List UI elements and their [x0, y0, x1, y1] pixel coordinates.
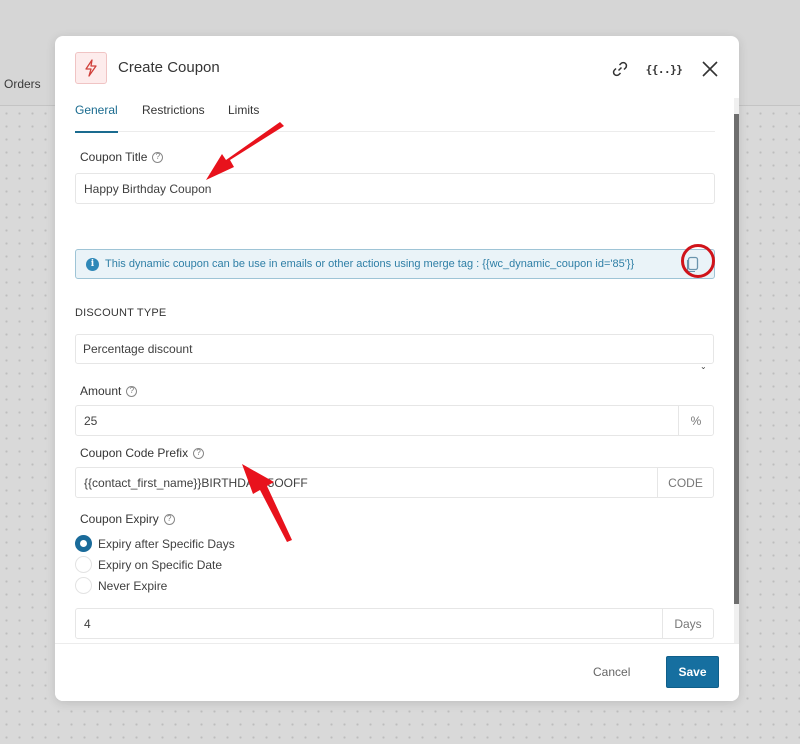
coupon-title-label-text: Coupon Title — [80, 150, 148, 164]
amount-value: 25 — [84, 413, 98, 428]
radio-label: Expiry after Specific Days — [98, 536, 235, 551]
modal-footer: Cancel Save — [55, 643, 739, 701]
expiry-days-value: 4 — [84, 616, 91, 631]
save-button[interactable]: Save — [666, 656, 719, 688]
discount-type-value: Percentage discount — [83, 342, 193, 356]
coupon-code-prefix-value: {{contact_first_name}}BIRTHDAY25OOFF — [84, 475, 308, 490]
modal-header: Create Coupon {{..}} — [55, 36, 739, 96]
help-icon[interactable]: ? — [193, 447, 205, 459]
info-icon: i — [86, 257, 99, 271]
tab-restrictions[interactable]: Restrictions — [142, 103, 205, 131]
tab-bar: General Restrictions Limits — [75, 96, 715, 133]
radio-never-expire[interactable]: Never Expire — [75, 577, 167, 594]
coupon-title-input[interactable]: Happy Birthday Coupon — [75, 173, 715, 204]
discount-type-select[interactable]: Percentage discount — [75, 334, 714, 364]
create-coupon-modal: Create Coupon {{..}} General Restriction… — [55, 36, 739, 701]
radio-expiry-specific-date[interactable]: Expiry on Specific Date — [75, 556, 222, 573]
coupon-title-label: Coupon Title ? — [80, 150, 164, 164]
link-button[interactable] — [607, 56, 633, 82]
days-suffix: Days — [662, 609, 713, 638]
coupon-code-prefix-label-text: Coupon Code Prefix — [80, 446, 189, 460]
chevron-down-icon: ⌄ — [700, 362, 707, 371]
code-suffix: CODE — [657, 468, 713, 497]
lightning-icon — [75, 52, 107, 84]
nav-item-orders[interactable]: Orders — [4, 77, 41, 91]
radio-button-checked[interactable] — [75, 535, 92, 552]
close-button[interactable] — [697, 56, 723, 82]
form-content: Coupon Title ? Happy Birthday Coupon i T… — [55, 133, 739, 643]
merge-tags-button[interactable]: {{..}} — [646, 56, 683, 82]
amount-input[interactable]: 25 % — [75, 405, 714, 436]
merge-tag-info-box: i This dynamic coupon can be use in emai… — [75, 249, 715, 279]
tab-limits[interactable]: Limits — [228, 103, 259, 131]
help-icon[interactable]: ? — [126, 385, 138, 397]
coupon-code-prefix-label: Coupon Code Prefix ? — [80, 446, 205, 460]
merge-tags-icon: {{..}} — [645, 62, 683, 76]
amount-label: Amount ? — [80, 384, 138, 398]
tab-general[interactable]: General — [75, 103, 118, 133]
coupon-expiry-label-text: Coupon Expiry — [80, 512, 159, 526]
discount-type-heading: DISCOUNT TYPE — [75, 307, 167, 319]
radio-label: Expiry on Specific Date — [98, 557, 223, 572]
radio-expiry-after-days[interactable]: Expiry after Specific Days — [75, 535, 235, 552]
coupon-expiry-label: Coupon Expiry ? — [80, 512, 175, 526]
annotation-highlight-circle — [681, 244, 715, 278]
expiry-days-input[interactable]: 4 Days — [75, 608, 714, 639]
cancel-button[interactable]: Cancel — [593, 665, 630, 679]
radio-button[interactable] — [75, 577, 92, 594]
amount-label-text: Amount — [80, 384, 122, 398]
merge-tag-info-text: This dynamic coupon can be use in emails… — [105, 258, 635, 270]
help-icon[interactable]: ? — [163, 513, 175, 525]
radio-button[interactable] — [75, 556, 92, 573]
link-icon — [612, 61, 628, 77]
coupon-title-value: Happy Birthday Coupon — [84, 181, 212, 196]
coupon-code-prefix-input[interactable]: {{contact_first_name}}BIRTHDAY25OOFF COD… — [75, 467, 714, 498]
percent-suffix: % — [678, 406, 713, 435]
help-icon[interactable]: ? — [152, 151, 164, 163]
modal-title: Create Coupon — [118, 59, 220, 76]
radio-label: Never Expire — [98, 578, 168, 593]
close-icon — [702, 61, 718, 77]
